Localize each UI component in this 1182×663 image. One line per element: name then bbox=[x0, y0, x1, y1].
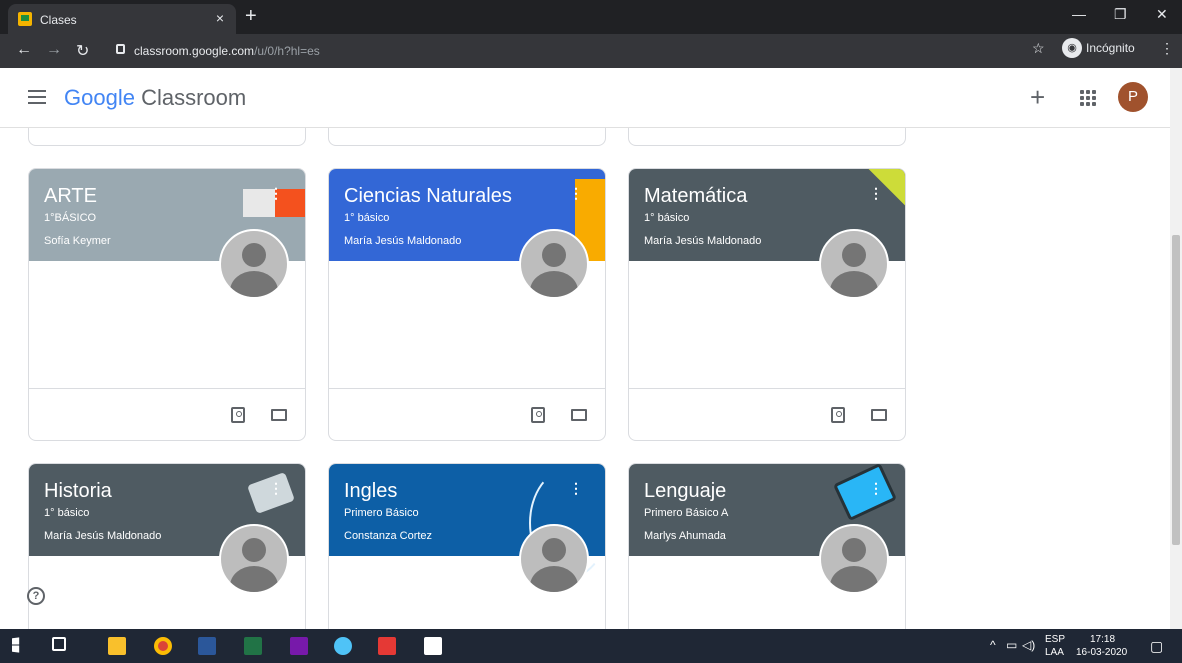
classroom-favicon-icon bbox=[18, 12, 32, 26]
class-card-partial[interactable] bbox=[628, 128, 906, 146]
assignment-icon[interactable] bbox=[531, 407, 545, 423]
volume-icon[interactable]: ◁) bbox=[1022, 638, 1035, 652]
class-name[interactable]: ARTE bbox=[44, 185, 97, 208]
folder-icon[interactable] bbox=[871, 409, 887, 421]
class-name[interactable]: Ingles bbox=[344, 480, 397, 503]
excel-icon[interactable] bbox=[244, 637, 262, 655]
forward-icon[interactable]: → bbox=[46, 41, 62, 59]
browser-tab-bar: Clases × + — ❐ ✕ bbox=[0, 0, 1182, 34]
clock-date[interactable]: 16-03-2020 bbox=[1076, 647, 1127, 658]
class-name[interactable]: Historia bbox=[44, 480, 112, 503]
windows-taskbar: ^ ▭ ◁) ESP LAA 17:18 16-03-2020 ▢ bbox=[0, 629, 1182, 663]
folder-icon[interactable] bbox=[571, 409, 587, 421]
class-teacher: María Jesús Maldonado bbox=[344, 235, 462, 247]
class-name[interactable]: Matemática bbox=[644, 185, 747, 208]
class-section: Primero Básico A bbox=[644, 507, 729, 519]
help-icon[interactable]: ? bbox=[27, 587, 45, 605]
class-section: 1° básico bbox=[44, 507, 90, 519]
star-icon[interactable]: ☆ bbox=[1032, 40, 1045, 57]
class-teacher: Sofía Keymer bbox=[44, 235, 111, 247]
class-card-ingles[interactable]: Ingles Primero Básico Constanza Cortez ⋮ bbox=[328, 463, 606, 629]
more-options-icon[interactable]: ⋮ bbox=[569, 185, 583, 202]
network-icon[interactable]: ▭ bbox=[1006, 638, 1017, 652]
chrome-icon[interactable] bbox=[154, 637, 172, 655]
clock-time[interactable]: 17:18 bbox=[1090, 634, 1115, 645]
lock-icon bbox=[116, 44, 125, 54]
tablet-illustration bbox=[832, 464, 898, 522]
restore-button[interactable]: ❐ bbox=[1114, 6, 1127, 23]
logo-product: Classroom bbox=[141, 85, 247, 110]
task-view-icon[interactable] bbox=[52, 637, 66, 651]
class-card-historia[interactable]: Historia 1° básico María Jesús Maldonado… bbox=[28, 463, 306, 629]
class-section: 1° básico bbox=[644, 212, 690, 224]
tab-close-icon[interactable]: × bbox=[216, 10, 224, 26]
url-text: classroom.google.com/u/0/h?hl=es bbox=[134, 44, 320, 58]
more-options-icon[interactable]: ⋮ bbox=[569, 480, 583, 497]
class-card-partial[interactable] bbox=[28, 128, 306, 146]
new-tab-button[interactable]: + bbox=[245, 5, 257, 28]
reload-icon[interactable]: ↻ bbox=[76, 41, 89, 61]
teacher-avatar bbox=[819, 229, 889, 299]
class-name[interactable]: Ciencias Naturales bbox=[344, 185, 512, 208]
assignment-icon[interactable] bbox=[831, 407, 845, 423]
folder-icon[interactable] bbox=[271, 409, 287, 421]
class-section: Primero Básico bbox=[344, 507, 419, 519]
apps-icon[interactable] bbox=[1080, 90, 1096, 106]
class-card-matematica[interactable]: Matemática 1° básico María Jesús Maldona… bbox=[628, 168, 906, 441]
teacher-avatar bbox=[219, 524, 289, 594]
word-icon[interactable] bbox=[198, 637, 216, 655]
browser-tab[interactable]: Clases × bbox=[8, 4, 236, 34]
photos-icon[interactable] bbox=[424, 637, 442, 655]
browser-menu-icon[interactable]: ⋮ bbox=[1160, 40, 1174, 57]
class-section: 1°BÁSICO bbox=[44, 212, 97, 224]
class-name[interactable]: Lenguaje bbox=[644, 480, 726, 503]
language-top[interactable]: ESP bbox=[1045, 634, 1065, 645]
incognito-indicator[interactable]: ◉ Incógnito bbox=[1062, 38, 1135, 60]
card-footer bbox=[329, 388, 605, 440]
class-teacher: María Jesús Maldonado bbox=[644, 235, 762, 247]
file-explorer-icon[interactable] bbox=[108, 637, 126, 655]
assignment-icon[interactable] bbox=[231, 407, 245, 423]
more-options-icon[interactable]: ⋮ bbox=[869, 185, 883, 202]
tray-chevron-icon[interactable]: ^ bbox=[990, 638, 996, 652]
window-close-button[interactable]: ✕ bbox=[1156, 6, 1168, 23]
language-bottom[interactable]: LAA bbox=[1045, 647, 1064, 658]
teacher-avatar bbox=[219, 229, 289, 299]
address-bar[interactable]: classroom.google.com/u/0/h?hl=es bbox=[106, 39, 1056, 63]
back-icon[interactable]: ← bbox=[16, 41, 32, 59]
hamburger-icon[interactable] bbox=[28, 90, 46, 104]
logo-google: Google bbox=[64, 85, 135, 110]
class-card-ciencias[interactable]: Ciencias Naturales 1° básico María Jesús… bbox=[328, 168, 606, 441]
browser-toolbar: ← → ↻ classroom.google.com/u/0/h?hl=es bbox=[0, 34, 1182, 68]
card-footer bbox=[29, 388, 305, 440]
class-section: 1° básico bbox=[344, 212, 390, 224]
class-teacher: Constanza Cortez bbox=[344, 530, 433, 542]
minimize-button[interactable]: — bbox=[1072, 6, 1086, 22]
paint-icon[interactable] bbox=[334, 637, 352, 655]
teacher-avatar bbox=[519, 524, 589, 594]
class-card-arte[interactable]: ARTE 1°BÁSICO Sofía Keymer ⋮ bbox=[28, 168, 306, 441]
acrobat-icon[interactable] bbox=[378, 637, 396, 655]
class-list: ARTE 1°BÁSICO Sofía Keymer ⋮ Ciencias Na… bbox=[0, 128, 1170, 629]
more-options-icon[interactable]: ⋮ bbox=[269, 185, 283, 202]
class-teacher: Marlys Ahumada bbox=[644, 530, 726, 542]
plus-icon[interactable]: + bbox=[1030, 82, 1045, 113]
classroom-logo[interactable]: Google Classroom bbox=[64, 85, 246, 111]
classroom-header: Google Classroom + P bbox=[0, 68, 1170, 128]
teacher-avatar bbox=[519, 229, 589, 299]
class-card-partial[interactable] bbox=[328, 128, 606, 146]
class-card-lenguaje[interactable]: Lenguaje Primero Básico A Marlys Ahumada… bbox=[628, 463, 906, 629]
class-teacher: María Jesús Maldonado bbox=[44, 530, 162, 542]
more-options-icon[interactable]: ⋮ bbox=[269, 480, 283, 497]
more-options-icon[interactable]: ⋮ bbox=[869, 480, 883, 497]
scrollbar-thumb[interactable] bbox=[1172, 235, 1180, 545]
notification-icon[interactable]: ▢ bbox=[1150, 638, 1163, 655]
onenote-icon[interactable] bbox=[290, 637, 308, 655]
incognito-icon: ◉ bbox=[1062, 38, 1082, 58]
teacher-avatar bbox=[819, 524, 889, 594]
tab-title: Clases bbox=[40, 13, 77, 27]
account-avatar[interactable]: P bbox=[1118, 82, 1148, 112]
windows-start-icon[interactable] bbox=[12, 637, 20, 653]
card-footer bbox=[629, 388, 905, 440]
